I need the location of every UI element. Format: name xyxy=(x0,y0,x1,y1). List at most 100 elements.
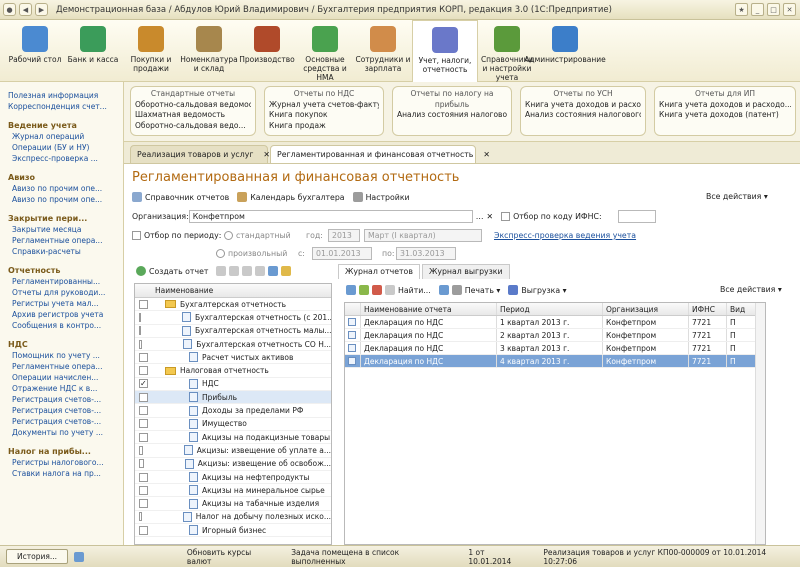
group-item[interactable]: Оборотно-сальдовая ведомость xyxy=(135,100,251,111)
nav-link[interactable]: Справки-расчеты xyxy=(8,246,123,257)
group-item[interactable]: Книга учета доходов и расход... xyxy=(525,100,641,111)
section-6[interactable]: Основные средства и НМА xyxy=(296,20,354,82)
period-field[interactable]: Март (I квартал) xyxy=(364,229,482,242)
ifns-field[interactable] xyxy=(617,210,656,223)
nav-link[interactable]: Архив регистров учета xyxy=(8,309,123,320)
section-8[interactable]: Учет, налоги, отчетность xyxy=(412,20,478,82)
folder-view-icon[interactable] xyxy=(281,266,292,276)
year-field[interactable]: 2013 xyxy=(328,229,360,242)
section-4[interactable]: Номенклатура и склад xyxy=(180,20,238,82)
nav-link[interactable]: Операции начислен... xyxy=(8,372,123,383)
tree-checkbox[interactable]: ✓ xyxy=(139,379,148,389)
column-header[interactable]: Наименование отчета xyxy=(361,303,497,315)
section-2[interactable]: Банк и касса xyxy=(64,20,122,82)
tree-row[interactable]: Налог на добычу полезных иско... xyxy=(135,511,331,525)
tree-checkbox[interactable] xyxy=(139,299,148,309)
group-item[interactable]: Книга продаж xyxy=(269,121,379,132)
table-row[interactable]: Декларация по НДС 4 квартал 2013 г. Конфет… xyxy=(345,355,765,368)
tree-row[interactable]: Акцизы: извещение об уплате а... xyxy=(135,444,331,458)
column-header[interactable]: Период xyxy=(497,303,603,315)
organization-field[interactable]: Конфетпром xyxy=(188,210,473,223)
tree-row[interactable]: Акцизы на табачные изделия xyxy=(135,497,331,511)
favorites-icon[interactable]: ★ xyxy=(735,3,748,16)
nav-link[interactable]: Авизо по прочим опе... xyxy=(8,183,123,194)
nav-link[interactable]: Регистрация счетов-... xyxy=(8,394,123,405)
express-check-link[interactable]: Экспресс-проверка ведения учета xyxy=(494,231,636,240)
column-header[interactable]: Вид xyxy=(727,303,757,315)
reports-grid[interactable]: Наименование отчета Период Организация ИФНС… xyxy=(344,302,766,545)
table-row[interactable]: Декларация по НДС 2 квартал 2013 г. Конфет… xyxy=(345,329,765,342)
close-tab-icon[interactable]: ✕ xyxy=(263,150,270,159)
tree-row[interactable]: Бухгалтерская отчетность малы... xyxy=(135,325,331,338)
settings-button[interactable]: Настройки xyxy=(352,192,410,202)
tree-checkbox[interactable] xyxy=(139,352,148,362)
tree-checkbox[interactable] xyxy=(139,366,148,376)
report-tree[interactable]: Наименование Бухгалтерская отчетность Бух… xyxy=(134,283,332,545)
nav-link[interactable]: Отчеты для руководи... xyxy=(8,287,123,298)
nav-link[interactable]: Документы по учету ... xyxy=(8,427,123,438)
clear-icon[interactable]: ✕ xyxy=(487,212,494,221)
nav-link[interactable]: Отражение НДС к в... xyxy=(8,383,123,394)
nav-link[interactable]: Регистрация счетов-... xyxy=(8,405,123,416)
status-item-doc[interactable]: 1 от 10.01.2014 xyxy=(468,548,529,566)
group-item[interactable]: Анализ состояния налогового ... xyxy=(397,110,507,121)
all-actions-menu[interactable]: Все действия ▾ xyxy=(706,192,768,201)
forward-icon[interactable]: ▶ xyxy=(35,3,48,16)
tree-checkbox[interactable] xyxy=(139,326,141,336)
refresh-journal-icon[interactable] xyxy=(438,285,449,295)
move-icon[interactable] xyxy=(242,266,253,276)
tree-row[interactable]: ✓ НДС xyxy=(135,378,331,392)
journal-all-actions[interactable]: Все действия ▾ xyxy=(720,285,782,294)
nav-link[interactable]: Авизо по прочим опе... xyxy=(8,194,123,205)
tree-row[interactable]: Расчет чистых активов xyxy=(135,351,331,365)
tree-row[interactable]: Бухгалтерская отчетность СО Н... xyxy=(135,338,331,352)
create-report-button[interactable]: Создать отчет xyxy=(136,266,208,276)
back-icon[interactable]: ◀ xyxy=(19,3,32,16)
nav-link[interactable]: Регламентированны... xyxy=(8,276,123,287)
close-icon[interactable]: ✕ xyxy=(783,3,796,16)
nav-link[interactable]: Помощник по учету ... xyxy=(8,350,123,361)
arbitrary-radio[interactable] xyxy=(216,249,225,258)
nav-link[interactable]: Корреспонденция счет... xyxy=(8,101,123,112)
list-icon[interactable] xyxy=(255,266,266,276)
group-item[interactable]: Анализ состояния налогового ... xyxy=(525,110,641,121)
open-icon[interactable] xyxy=(346,285,356,295)
group-item[interactable]: Книга покупок xyxy=(269,110,379,121)
tree-checkbox[interactable] xyxy=(139,485,148,495)
tree-row[interactable]: Имущество xyxy=(135,418,331,431)
table-row[interactable]: Декларация по НДС 1 квартал 2013 г. Конфет… xyxy=(345,316,765,329)
close-tab-icon[interactable]: ✕ xyxy=(483,150,490,159)
tree-row[interactable]: Бухгалтерская отчетность xyxy=(135,298,331,312)
status-item-last[interactable]: Реализация товаров и услуг КП00-000009 о… xyxy=(543,548,800,566)
standard-radio[interactable] xyxy=(224,231,233,240)
tree-checkbox[interactable] xyxy=(139,445,143,455)
tab-reports[interactable]: Регламентированная и финансовая отчетнос… xyxy=(270,145,490,164)
table-row[interactable]: Декларация по НДС 3 квартал 2013 г. Конфет… xyxy=(345,342,765,355)
nav-link[interactable]: Ставки налога на пр... xyxy=(8,468,123,479)
section-10[interactable]: Администрирование xyxy=(524,20,606,82)
app-menu-icon[interactable]: ● xyxy=(3,3,16,16)
nav-link[interactable]: Регистры учета мал... xyxy=(8,298,123,309)
nav-link[interactable]: Регламентные опера... xyxy=(8,361,123,372)
group-item[interactable]: Книга учета доходов (патент) xyxy=(659,110,791,121)
print-button[interactable]: Печать ▾ xyxy=(451,285,500,295)
tree-checkbox[interactable] xyxy=(139,459,144,469)
tree-checkbox[interactable] xyxy=(139,499,148,509)
section-1[interactable]: Рабочий стол xyxy=(6,20,64,82)
delete-icon[interactable] xyxy=(372,285,382,295)
group-item[interactable]: Шахматная ведомость xyxy=(135,110,251,121)
nav-link[interactable]: Журнал операций xyxy=(8,131,123,142)
nav-link[interactable]: Закрытие месяца xyxy=(8,224,123,235)
from-date-field[interactable]: 01.01.2013 xyxy=(312,247,372,260)
copy-icon[interactable] xyxy=(216,266,227,276)
to-date-field[interactable]: 31.03.2013 xyxy=(396,247,456,260)
nav-link[interactable]: Операции (БУ и НУ) xyxy=(8,142,123,153)
message-icon[interactable] xyxy=(74,551,84,562)
nav-link[interactable]: Полезная информация xyxy=(8,90,123,101)
maximize-icon[interactable]: □ xyxy=(767,3,780,16)
tree-row[interactable]: Акцизы на нефтепродукты xyxy=(135,471,331,485)
select-icon[interactable]: … xyxy=(476,212,484,221)
section-7[interactable]: Сотрудники и зарплата xyxy=(354,20,412,82)
tree-checkbox[interactable] xyxy=(139,392,148,402)
minimize-icon[interactable]: _ xyxy=(751,3,764,16)
